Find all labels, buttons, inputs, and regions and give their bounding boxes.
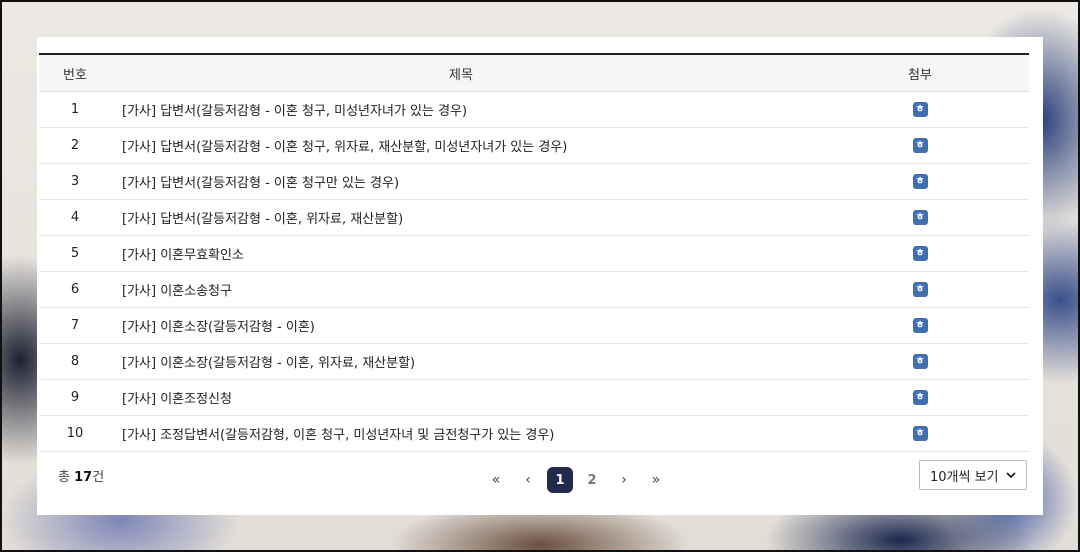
hwp-file-icon[interactable]: ㅎ <box>912 390 928 405</box>
board-panel: 번호 제목 첨부 1 [가사] 답변서(갈등저감형 - 이혼 청구, 미성년자녀… <box>37 37 1043 515</box>
table-row: 10 [가사] 조정답변서(갈등저감형, 이혼 청구, 미성년자녀 및 금전청구… <box>39 416 1029 452</box>
row-number: 1 <box>70 102 80 117</box>
page-size-value: 10개씩 보기 <box>930 469 999 485</box>
chevron-down-icon <box>1006 469 1016 482</box>
hwp-file-icon[interactable]: ㅎ <box>912 282 928 297</box>
page-size-select[interactable]: 10개씩 보기 <box>919 460 1027 490</box>
row-title-link[interactable]: [가사] 이혼소송청구 <box>111 280 811 299</box>
header-attachment: 첨부 <box>908 67 932 83</box>
row-title-link[interactable]: [가사] 답변서(갈등저감형 - 이혼 청구, 미성년자녀가 있는 경우) <box>111 100 811 119</box>
board-footer: 총 17건 « ‹ 1 2 › » 10개씩 보기 <box>37 454 1043 504</box>
table-row: 4 [가사] 답변서(갈등저감형 - 이혼, 위자료, 재산분할) ㅎ <box>39 200 1029 236</box>
total-suffix: 건 <box>92 470 105 485</box>
table-row: 6 [가사] 이혼소송청구 ㅎ <box>39 272 1029 308</box>
row-title-link[interactable]: [가사] 답변서(갈등저감형 - 이혼 청구만 있는 경우) <box>111 172 811 191</box>
hwp-file-icon[interactable]: ㅎ <box>912 246 928 261</box>
last-page-icon[interactable]: » <box>643 467 669 493</box>
hwp-file-icon[interactable]: ㅎ <box>912 102 928 117</box>
hwp-file-icon[interactable]: ㅎ <box>912 174 928 189</box>
row-number: 4 <box>70 210 80 225</box>
hwp-file-icon[interactable]: ㅎ <box>912 318 928 333</box>
total-prefix: 총 <box>58 470 75 485</box>
total-count: 총 17건 <box>58 466 104 485</box>
table-row: 5 [가사] 이혼무효확인소 ㅎ <box>39 236 1029 272</box>
row-title-link[interactable]: [가사] 조정답변서(갈등저감형, 이혼 청구, 미성년자녀 및 금전청구가 있… <box>111 424 811 443</box>
row-number: 8 <box>70 354 80 369</box>
row-number: 10 <box>66 426 84 441</box>
table-row: 2 [가사] 답변서(갈등저감형 - 이혼 청구, 위자료, 재산분할, 미성년… <box>39 128 1029 164</box>
page-2-button[interactable]: 2 <box>579 467 605 493</box>
row-title-link[interactable]: [가사] 답변서(갈등저감형 - 이혼, 위자료, 재산분할) <box>111 208 811 227</box>
table-header: 번호 제목 첨부 <box>39 55 1029 92</box>
row-number: 3 <box>70 174 80 189</box>
table-row: 8 [가사] 이혼소장(갈등저감형 - 이혼, 위자료, 재산분할) ㅎ <box>39 344 1029 380</box>
row-title-link[interactable]: [가사] 이혼무효확인소 <box>111 244 811 263</box>
hwp-file-icon[interactable]: ㅎ <box>912 210 928 225</box>
next-page-icon[interactable]: › <box>611 467 637 493</box>
hwp-file-icon[interactable]: ㅎ <box>912 354 928 369</box>
hwp-file-icon[interactable]: ㅎ <box>912 426 928 441</box>
header-title: 제목 <box>449 67 473 83</box>
total-number: 17 <box>74 470 93 485</box>
row-number: 2 <box>70 138 80 153</box>
board-table: 번호 제목 첨부 1 [가사] 답변서(갈등저감형 - 이혼 청구, 미성년자녀… <box>39 53 1029 452</box>
row-title-link[interactable]: [가사] 이혼조정신청 <box>111 388 811 407</box>
page-1-button[interactable]: 1 <box>547 467 573 493</box>
header-number: 번호 <box>63 67 87 83</box>
prev-page-icon[interactable]: ‹ <box>515 467 541 493</box>
row-title-link[interactable]: [가사] 이혼소장(갈등저감형 - 이혼, 위자료, 재산분할) <box>111 352 811 371</box>
table-row: 7 [가사] 이혼소장(갈등저감형 - 이혼) ㅎ <box>39 308 1029 344</box>
table-row: 9 [가사] 이혼조정신청 ㅎ <box>39 380 1029 416</box>
row-number: 7 <box>70 318 80 333</box>
hwp-file-icon[interactable]: ㅎ <box>912 138 928 153</box>
row-title-link[interactable]: [가사] 이혼소장(갈등저감형 - 이혼) <box>111 316 811 335</box>
table-row: 3 [가사] 답변서(갈등저감형 - 이혼 청구만 있는 경우) ㅎ <box>39 164 1029 200</box>
row-number: 5 <box>70 246 80 261</box>
table-row: 1 [가사] 답변서(갈등저감형 - 이혼 청구, 미성년자녀가 있는 경우) … <box>39 92 1029 128</box>
pagination: « ‹ 1 2 › » <box>483 467 675 493</box>
row-number: 9 <box>70 390 80 405</box>
row-number: 6 <box>70 282 80 297</box>
first-page-icon[interactable]: « <box>483 467 509 493</box>
row-title-link[interactable]: [가사] 답변서(갈등저감형 - 이혼 청구, 위자료, 재산분할, 미성년자녀… <box>111 136 811 155</box>
